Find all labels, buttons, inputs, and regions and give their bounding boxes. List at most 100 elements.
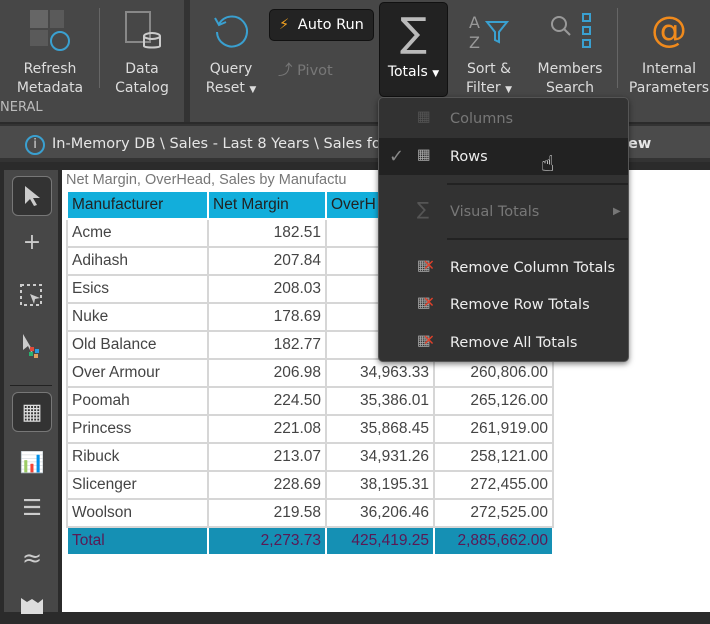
value-cell[interactable]: 38,195.31 <box>325 470 435 500</box>
value-cell[interactable]: 206.98 <box>207 358 327 388</box>
table-row: Princess 221.08 35,868.45 261,919.00 <box>66 414 554 444</box>
remove-totals-icon: ▦✕ <box>417 333 435 349</box>
value-cell[interactable]: 425,419.25 <box>325 526 435 556</box>
row-label-cell[interactable]: Poomah <box>66 386 209 416</box>
value-cell[interactable]: 35,868.45 <box>325 414 435 444</box>
row-label-cell[interactable]: Woolson <box>66 498 209 528</box>
value-cell[interactable]: 213.07 <box>207 442 327 472</box>
row-label-cell[interactable]: Total <box>66 526 209 556</box>
value-cell[interactable]: 261,919.00 <box>433 414 554 444</box>
auto-run-label: Auto Run <box>297 17 364 33</box>
menu-item-remove-row-totals[interactable]: ▦✕ Remove Row Totals <box>379 286 628 323</box>
value-cell[interactable]: 36,206.46 <box>325 498 435 528</box>
pivot-button[interactable]: ⤴ Pivot <box>278 59 333 80</box>
members-search-icon <box>530 0 610 60</box>
table-row: Ribuck 213.07 34,931.26 258,121.00 <box>66 442 554 472</box>
row-label-cell[interactable]: Old Balance <box>66 330 209 360</box>
internal-parameters-button[interactable]: @ Internal Parameters <box>625 0 710 100</box>
value-cell[interactable]: 260,806.00 <box>433 358 554 388</box>
totals-button[interactable]: ∑ Totals ▼ <box>379 2 448 97</box>
row-label-cell[interactable]: Adihash <box>66 246 209 276</box>
column-header[interactable]: Net Margin <box>207 190 327 220</box>
row-label-cell[interactable]: Princess <box>66 414 209 444</box>
menu-item-columns[interactable]: ▦ Columns <box>379 100 628 137</box>
value-cell[interactable]: 265,126.00 <box>433 386 554 416</box>
bar-chart-tool[interactable]: ☰ <box>12 488 52 528</box>
menu-item-visual-totals[interactable]: ∑ Visual Totals ▶ <box>379 193 628 230</box>
members-search-label: Members Search <box>537 61 603 96</box>
value-cell[interactable]: 219.58 <box>207 498 327 528</box>
members-search-button[interactable]: Members Search <box>530 0 610 100</box>
value-cell[interactable]: 2,885,662.00 <box>433 526 554 556</box>
lightning-icon: ⚡ <box>279 17 290 33</box>
area-icon <box>21 598 43 614</box>
value-cell[interactable]: 2,273.73 <box>207 526 327 556</box>
data-catalog-button[interactable]: Data Catalog <box>100 0 184 100</box>
pivot-label: Pivot <box>297 63 333 79</box>
reset-icon <box>196 0 266 60</box>
sort-filter-button[interactable]: AZ Sort & Filter ▼ <box>454 0 524 100</box>
value-cell[interactable]: 178.69 <box>207 302 327 332</box>
refresh-metadata-button[interactable]: Refresh Metadata <box>4 0 96 100</box>
value-cell[interactable]: 228.69 <box>207 470 327 500</box>
auto-run-button[interactable]: ⚡ Auto Run <box>269 9 374 41</box>
row-label-cell[interactable]: Nuke <box>66 302 209 332</box>
value-cell[interactable]: 221.08 <box>207 414 327 444</box>
marquee-select-tool[interactable] <box>12 276 52 316</box>
column-chart-tool[interactable]: 📊 <box>12 442 52 482</box>
wave-icon: ≈ <box>21 544 43 572</box>
row-label-cell[interactable]: Acme <box>66 218 209 248</box>
table-row: Woolson 219.58 36,206.46 272,525.00 <box>66 498 554 528</box>
refresh-metadata-label: Refresh Metadata <box>16 61 84 96</box>
row-label-cell[interactable]: Over Armour <box>66 358 209 388</box>
query-reset-button[interactable]: Query Reset ▼ <box>196 0 266 100</box>
table-row: Slicenger 228.69 38,195.31 272,455.00 <box>66 470 554 500</box>
data-catalog-label: Data Catalog <box>115 61 169 96</box>
breadcrumb-path: In-Memory DB \ Sales - Last 8 Years \ Sa… <box>52 136 381 152</box>
pointer-icon <box>25 186 40 206</box>
line-chart-tool[interactable]: ≈ <box>12 538 52 578</box>
remove-totals-icon: ▦✕ <box>417 258 435 274</box>
column-header[interactable]: Manufacturer <box>66 190 209 220</box>
svg-text:A: A <box>469 13 480 32</box>
menu-item-remove-column-totals[interactable]: ▦✕ Remove Column Totals <box>379 249 628 286</box>
value-cell[interactable]: 34,931.26 <box>325 442 435 472</box>
menu-item-remove-all-totals[interactable]: ▦✕ Remove All Totals <box>379 324 628 361</box>
sort-filter-icon: AZ <box>454 0 524 60</box>
value-cell[interactable]: 208.03 <box>207 274 327 304</box>
internal-parameters-label: Internal Parameters <box>628 61 710 96</box>
value-cell[interactable]: 224.50 <box>207 386 327 416</box>
query-reset-label: Query Reset <box>205 61 253 96</box>
value-cell[interactable]: 272,525.00 <box>433 498 554 528</box>
menu-item-label: Rows <box>450 148 488 165</box>
grid-view-tool[interactable]: ▦ <box>12 392 52 432</box>
hand-cursor-icon: ☝ <box>541 152 555 177</box>
select-tool[interactable] <box>12 176 52 216</box>
value-cell[interactable]: 272,455.00 <box>433 470 554 500</box>
menu-item-label: Remove Column Totals <box>450 259 616 276</box>
menu-item-label: Remove Row Totals <box>450 296 590 313</box>
menu-item-label: Visual Totals <box>450 203 540 220</box>
value-cell[interactable]: 182.77 <box>207 330 327 360</box>
value-cell[interactable]: 258,121.00 <box>433 442 554 472</box>
add-select-tool[interactable]: + <box>12 222 52 262</box>
at-sign-icon: @ <box>651 9 687 51</box>
totals-dropdown-menu: ▦ Columns ✓ ▦ Rows ☝ ∑ Visual Totals ▶ ▦… <box>378 97 629 362</box>
table-row: Poomah 224.50 35,386.01 265,126.00 <box>66 386 554 416</box>
data-catalog-icon <box>100 0 184 60</box>
group-label: NERAL <box>0 100 43 115</box>
value-cell[interactable]: 34,963.33 <box>325 358 435 388</box>
area-chart-tool[interactable] <box>12 584 52 624</box>
menu-item-label: Columns <box>450 110 514 127</box>
sigma-icon: ∑ <box>400 9 427 56</box>
row-label-cell[interactable]: Esics <box>66 274 209 304</box>
value-cell[interactable]: 207.84 <box>207 246 327 276</box>
color-pointer-icon <box>23 334 39 358</box>
row-label-cell[interactable]: Slicenger <box>66 470 209 500</box>
row-label-cell[interactable]: Ribuck <box>66 442 209 472</box>
menu-item-rows[interactable]: ✓ ▦ Rows ☝ <box>379 138 628 177</box>
value-cell[interactable]: 182.51 <box>207 218 327 248</box>
value-cell[interactable]: 35,386.01 <box>325 386 435 416</box>
table-row: Over Armour 206.98 34,963.33 260,806.00 <box>66 358 554 388</box>
color-select-tool[interactable] <box>12 326 52 366</box>
